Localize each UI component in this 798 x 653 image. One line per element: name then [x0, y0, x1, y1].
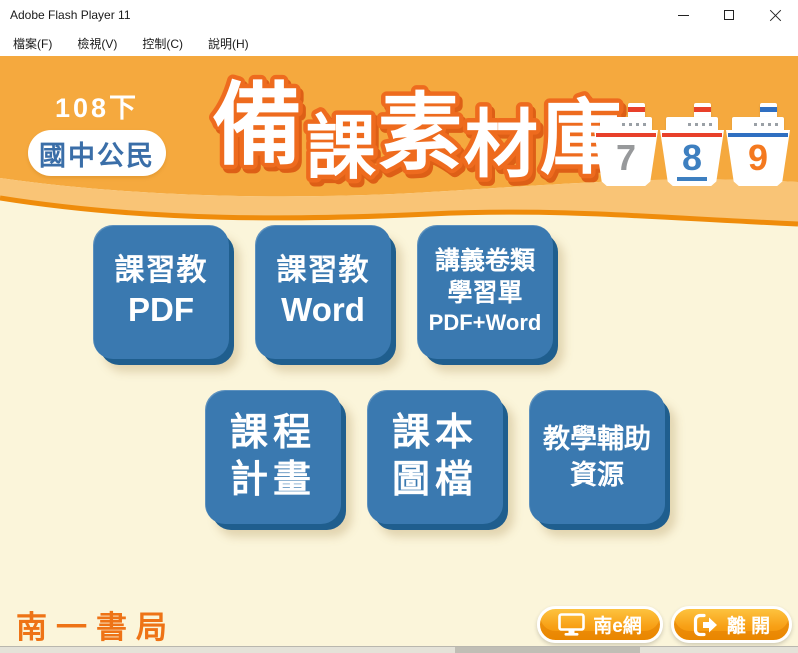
tile-teaching-aids[interactable]: 教學輔助 資源 — [529, 390, 665, 524]
title-bar: Adobe Flash Player 11 — [0, 0, 798, 30]
scrollbar-thumb[interactable] — [455, 647, 640, 653]
grade-selector: 7 8 9 — [594, 103, 790, 187]
close-icon — [769, 9, 782, 22]
grade-9-number: 9 — [748, 139, 768, 177]
tile-lesson-materials-pdf[interactable]: 課習教 PDF — [93, 225, 229, 359]
menu-bar: 檔案(F) 檢視(V) 控制(C) 說明(H) — [0, 30, 798, 56]
exit-label: 離 開 — [727, 611, 770, 638]
flash-player-window: Adobe Flash Player 11 檔案(F) 檢視(V) 控制(C) … — [0, 0, 798, 653]
title-char: 備 — [212, 73, 302, 178]
monitor-icon — [558, 613, 585, 636]
grade-8-number: 8 — [682, 139, 702, 177]
nan-e-web-label: 南e網 — [593, 611, 642, 638]
boat-hull-icon: 9 — [726, 130, 790, 186]
tile-label: 課習教 — [115, 253, 208, 289]
tile-handouts-worksheets[interactable]: 講義卷類 學習單 PDF+Word — [417, 225, 553, 359]
menu-file[interactable]: 檔案(F) — [10, 33, 55, 54]
tile-label: 計畫 — [230, 457, 316, 505]
grade-8-selected-underline — [677, 177, 707, 181]
minimize-button[interactable] — [660, 0, 706, 30]
title-char: 課 — [306, 107, 376, 188]
tile-curriculum-plan[interactable]: 課程 計畫 — [205, 390, 341, 524]
boat-deck-icon — [732, 117, 784, 132]
grade-7-boat[interactable]: 7 — [594, 103, 658, 187]
exit-icon — [693, 613, 719, 637]
tile-label: 資源 — [570, 457, 624, 493]
edition-badge: 108下 國中公民 — [28, 86, 166, 176]
tile-label: Word — [281, 289, 365, 330]
tile-label: 課本 — [392, 410, 478, 458]
app-title: 備 課 素 材 庫 — [206, 60, 636, 188]
maximize-button[interactable] — [706, 0, 752, 30]
tile-label: 學習單 — [447, 278, 522, 309]
menu-view[interactable]: 檢視(V) — [74, 33, 120, 54]
window-controls — [660, 0, 798, 30]
nan-e-web-button[interactable]: 南e網 — [537, 606, 663, 643]
boat-deck-icon — [666, 117, 718, 132]
grade-9-boat[interactable]: 9 — [726, 103, 790, 187]
semester-label: 108下 — [28, 86, 166, 125]
menu-help[interactable]: 說明(H) — [205, 33, 252, 54]
tile-label: 課程 — [230, 410, 316, 458]
boat-deck-icon — [600, 117, 652, 132]
horizontal-scrollbar[interactable] — [0, 646, 798, 653]
tile-textbook-images[interactable]: 課本 圖檔 — [367, 390, 503, 524]
flash-stage: 108下 國中公民 備 課 素 材 庫 7 — [0, 56, 798, 646]
minimize-icon — [678, 15, 689, 16]
tile-lesson-materials-word[interactable]: 課習教 Word — [255, 225, 391, 359]
grade-8-boat[interactable]: 8 — [660, 103, 724, 187]
tile-label: 講義卷類 — [435, 246, 535, 277]
publisher-logo: 南一書局 — [16, 602, 176, 646]
tile-label: 教學輔助 — [543, 421, 651, 457]
window-title: Adobe Flash Player 11 — [0, 8, 660, 22]
close-button[interactable] — [752, 0, 798, 30]
tile-label: 課習教 — [277, 253, 370, 289]
boat-hull-icon: 8 — [660, 130, 724, 186]
tile-row-1: 課習教 PDF 課習教 Word 講義卷類 學習單 PDF+Word — [93, 225, 553, 359]
tile-row-2: 課程 計畫 課本 圖檔 教學輔助 資源 — [205, 390, 665, 524]
tile-label: 圖檔 — [392, 457, 478, 505]
menu-control[interactable]: 控制(C) — [139, 33, 186, 54]
title-char: 材 — [464, 102, 538, 188]
grade-7-number: 7 — [616, 139, 636, 177]
title-char: 素 — [378, 84, 462, 182]
boat-hull-icon: 7 — [594, 130, 658, 186]
tile-label: PDF — [128, 289, 194, 330]
tile-label: PDF+Word — [429, 309, 542, 338]
maximize-icon — [724, 10, 734, 20]
exit-button[interactable]: 離 開 — [671, 606, 792, 643]
subject-pill: 國中公民 — [28, 130, 166, 176]
